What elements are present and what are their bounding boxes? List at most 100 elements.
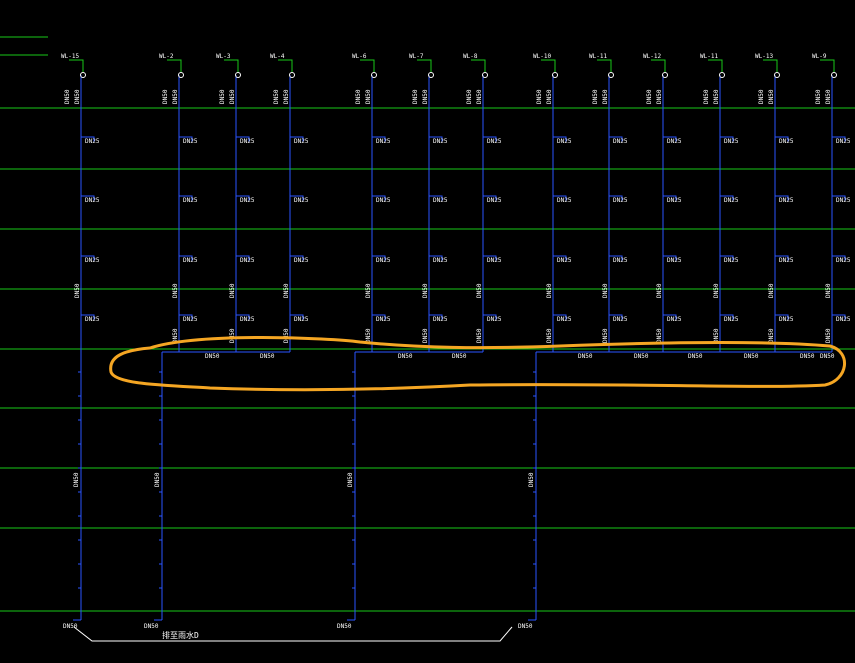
riser-pipe-label: DN50 bbox=[422, 89, 429, 104]
riser-pipe-label: DN50 bbox=[602, 283, 609, 298]
riser-pipe-label: DN50 bbox=[162, 89, 169, 104]
markup-circle bbox=[109, 336, 847, 392]
branch-label: DN25 bbox=[240, 316, 255, 323]
riser: WL-10DN50 DN50DN25DN25DN25DN25DN50DN50 bbox=[533, 53, 572, 352]
riser-label: WL-8 bbox=[463, 53, 478, 60]
riser-pipe-label: DN50 bbox=[703, 89, 710, 104]
branch-label: DN25 bbox=[779, 316, 794, 323]
riser-label: WL-4 bbox=[270, 53, 285, 60]
main-riser: DN50 DN50 bbox=[144, 352, 163, 630]
riser-pipe-label: DN50 bbox=[229, 89, 236, 104]
branch-label: DN25 bbox=[294, 316, 309, 323]
branch-label: DN25 bbox=[667, 316, 682, 323]
branch-label: DN25 bbox=[779, 257, 794, 264]
branch-label: DN25 bbox=[836, 197, 851, 204]
main-riser: DN50 DN50 bbox=[337, 352, 356, 630]
riser: WL-8DN50 DN50DN25DN25DN25DN25DN50DN50 bbox=[463, 53, 502, 352]
riser-pipe-label: DN50 bbox=[283, 89, 290, 104]
vent-connector bbox=[541, 59, 556, 72]
branch-label: DN25 bbox=[836, 316, 851, 323]
branch-label: DN25 bbox=[85, 197, 100, 204]
riser-pipe-label: DN50 bbox=[476, 328, 483, 343]
branch-label: DN25 bbox=[240, 197, 255, 204]
branch-label: DN25 bbox=[557, 316, 572, 323]
branch-label: DN25 bbox=[557, 138, 572, 145]
branch-label: DN25 bbox=[183, 257, 198, 264]
discharge-group: 排至雨水D bbox=[73, 626, 513, 642]
riser-pipe-label: DN50 bbox=[283, 283, 290, 298]
riser-pipe-label: DN50 bbox=[815, 89, 822, 104]
branch-label: DN25 bbox=[557, 197, 572, 204]
floor-lines bbox=[0, 107, 855, 612]
branch-label: DN25 bbox=[433, 138, 448, 145]
branch-label: DN25 bbox=[724, 197, 739, 204]
vent-connector bbox=[278, 59, 293, 72]
drawing-canvas: WL-15 DN50 DN50 DN25 DN25 DN25 DN25 DN50 WL-2 DN5… bbox=[0, 0, 855, 663]
main-risers: DN50 DN50 DN50 DN50 DN50 DN50 DN50 DN50 bbox=[63, 352, 537, 630]
riser-pipe-label: DN50 bbox=[546, 328, 553, 343]
riser-pipe-label: DN50 bbox=[768, 283, 775, 298]
riser-label: WL-15 bbox=[61, 53, 79, 60]
branch-label: DN25 bbox=[613, 316, 628, 323]
riser-label: WL-9 bbox=[812, 53, 827, 60]
riser-label: WL-12 bbox=[643, 53, 661, 60]
main-riser: DN50 DN50 bbox=[518, 352, 537, 630]
branch-label: DN25 bbox=[376, 316, 391, 323]
riser-pipe-label: DN50 bbox=[825, 328, 832, 343]
riser-label: WL-10 bbox=[533, 53, 551, 60]
riser-label: WL-7 bbox=[409, 53, 424, 60]
branch-label: DN25 bbox=[613, 257, 628, 264]
vent-connector bbox=[471, 59, 486, 72]
riser-pipe-label: DN50 bbox=[74, 283, 81, 298]
riser-pipe-label: DN50 bbox=[412, 89, 419, 104]
riser-pipe-label: DN50 bbox=[74, 89, 81, 104]
riser: WL-11DN50 DN50DN25DN25DN25DN25DN50DN50 bbox=[589, 53, 628, 352]
branch-label: DN25 bbox=[724, 257, 739, 264]
branch-label: DN25 bbox=[183, 197, 198, 204]
vent-connector bbox=[708, 59, 723, 72]
riser-pipe-label: DN50 bbox=[283, 328, 290, 343]
riser-pipe-label: DN50 bbox=[768, 89, 775, 104]
vent-connector bbox=[360, 59, 375, 72]
vent-connector bbox=[224, 59, 239, 72]
collector-label: DN50 bbox=[688, 353, 703, 360]
riser: WL-3DN50 DN50DN25DN25DN25DN25DN50DN50 bbox=[216, 53, 255, 352]
main-riser-bottom-label: DN50 bbox=[144, 623, 159, 630]
riser-pipe-label: DN50 bbox=[355, 89, 362, 104]
riser: WL-6DN50 DN50DN25DN25DN25DN25DN50DN50 bbox=[352, 53, 391, 352]
branch-label: DN25 bbox=[376, 138, 391, 145]
vent-connector bbox=[167, 59, 182, 72]
branch-label: DN25 bbox=[376, 257, 391, 264]
riser-pipe-label: DN50 bbox=[365, 89, 372, 104]
vent-connector bbox=[651, 59, 666, 72]
collector-label: DN50 bbox=[398, 353, 413, 360]
vent-connector bbox=[820, 59, 835, 72]
riser: WL-9DN50 DN50DN25DN25DN25DN25DN50DN50 bbox=[812, 53, 851, 352]
branch-label: DN25 bbox=[433, 197, 448, 204]
riser-pipe-label: DN50 bbox=[466, 89, 473, 104]
main-riser-label: DN50 bbox=[154, 472, 161, 487]
riser-pipe-label: DN50 bbox=[656, 89, 663, 104]
discharge-note: 排至雨水D bbox=[162, 630, 199, 640]
branch-label: DN25 bbox=[294, 197, 309, 204]
main-riser-bottom-label: DN50 bbox=[63, 623, 78, 630]
riser-pipe-label: DN50 bbox=[758, 89, 765, 104]
riser-pipe-label: DN50 bbox=[172, 283, 179, 298]
riser-pipe-label: DN50 bbox=[713, 283, 720, 298]
main-riser-bottom-label: DN50 bbox=[337, 623, 352, 630]
vent-connector bbox=[597, 59, 612, 72]
riser-pipe-label: DN50 bbox=[229, 283, 236, 298]
riser-pipe-label: DN50 bbox=[229, 328, 236, 343]
collector-label: DN50 bbox=[634, 353, 649, 360]
branch-label: DN25 bbox=[85, 316, 100, 323]
branch-label: DN25 bbox=[667, 197, 682, 204]
riser: WL-12DN50 DN50DN25DN25DN25DN25DN50DN50 bbox=[643, 53, 682, 352]
riser: WL-7DN50 DN50DN25DN25DN25DN25DN50DN50 bbox=[409, 53, 448, 352]
riser-group: WL-15DN50 DN50DN25DN25DN25DN25DN50WL-2DN5… bbox=[61, 53, 851, 620]
main-riser: DN50 DN50 bbox=[63, 371, 81, 630]
branch-label: DN25 bbox=[724, 138, 739, 145]
branch-label: DN25 bbox=[240, 138, 255, 145]
branch-label: DN25 bbox=[294, 257, 309, 264]
vent-connector bbox=[763, 59, 778, 72]
main-riser-label: DN50 bbox=[528, 472, 535, 487]
